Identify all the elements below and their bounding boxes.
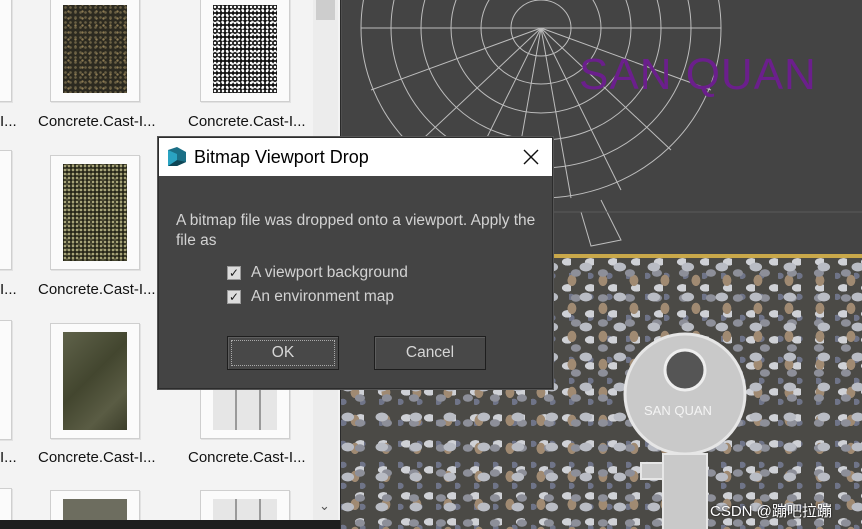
texture-preview <box>213 5 277 93</box>
dialog-title: Bitmap Viewport Drop <box>194 147 369 167</box>
thumbnail-caption: Concrete.Cast-I... <box>188 449 306 466</box>
scrollbar-thumb[interactable] <box>316 0 335 20</box>
key-label: SAN QUAN <box>644 403 712 418</box>
watermark: CSDN @蹦吧拉蹦 <box>710 503 832 520</box>
bitmap-viewport-drop-dialog: Bitmap Viewport Drop A bitmap file was d… <box>158 137 553 389</box>
thumbnail-caption: Concrete.Cast-I... <box>188 113 306 130</box>
thumbnail-concrete-2[interactable] <box>200 0 290 102</box>
option-label: An environment map <box>251 288 395 305</box>
ok-button[interactable]: OK <box>227 336 339 370</box>
status-strip <box>0 520 340 529</box>
option-viewport-background[interactable]: ✓ A viewport background <box>227 264 408 282</box>
chevron-down-icon[interactable]: ⌄ <box>319 498 330 514</box>
focus-ring <box>231 340 335 366</box>
cancel-button[interactable]: Cancel <box>374 336 486 370</box>
close-button[interactable] <box>509 138 552 176</box>
option-environment-map[interactable]: ✓ An environment map <box>227 288 394 306</box>
thumbnail-caption: Concrete.Cast-I... <box>38 449 156 466</box>
thumbnail-concrete-4[interactable] <box>50 323 140 439</box>
viewport-overlay-text: SAN QUAN <box>579 50 817 99</box>
texture-preview <box>63 164 127 261</box>
checkbox-environment-map[interactable]: ✓ <box>227 290 241 304</box>
cancel-button-label: Cancel <box>405 344 455 361</box>
checkbox-viewport-background[interactable]: ✓ <box>227 266 241 280</box>
thumbnail-caption: I... <box>0 281 17 298</box>
option-label: A viewport background <box>251 264 408 281</box>
thumbnail-concrete-1[interactable] <box>50 0 140 102</box>
thumbnail-caption: Concrete.Cast-I... <box>38 281 156 298</box>
thumbnail-concrete-3[interactable] <box>50 155 140 270</box>
thumbnail-partial[interactable] <box>0 0 12 102</box>
texture-preview <box>63 332 127 430</box>
dialog-message: A bitmap file was dropped onto a viewpor… <box>176 212 536 249</box>
texture-preview <box>63 5 127 93</box>
thumbnail-caption: Concrete.Cast-I... <box>38 113 156 130</box>
app-logo-icon <box>168 147 186 166</box>
close-icon <box>523 149 538 165</box>
thumbnail-caption: I... <box>0 113 17 130</box>
thumbnail-caption: I... <box>0 449 17 466</box>
dialog-titlebar[interactable]: Bitmap Viewport Drop <box>159 138 552 176</box>
thumbnail-partial[interactable] <box>0 150 12 270</box>
thumbnail-partial[interactable] <box>0 320 12 440</box>
